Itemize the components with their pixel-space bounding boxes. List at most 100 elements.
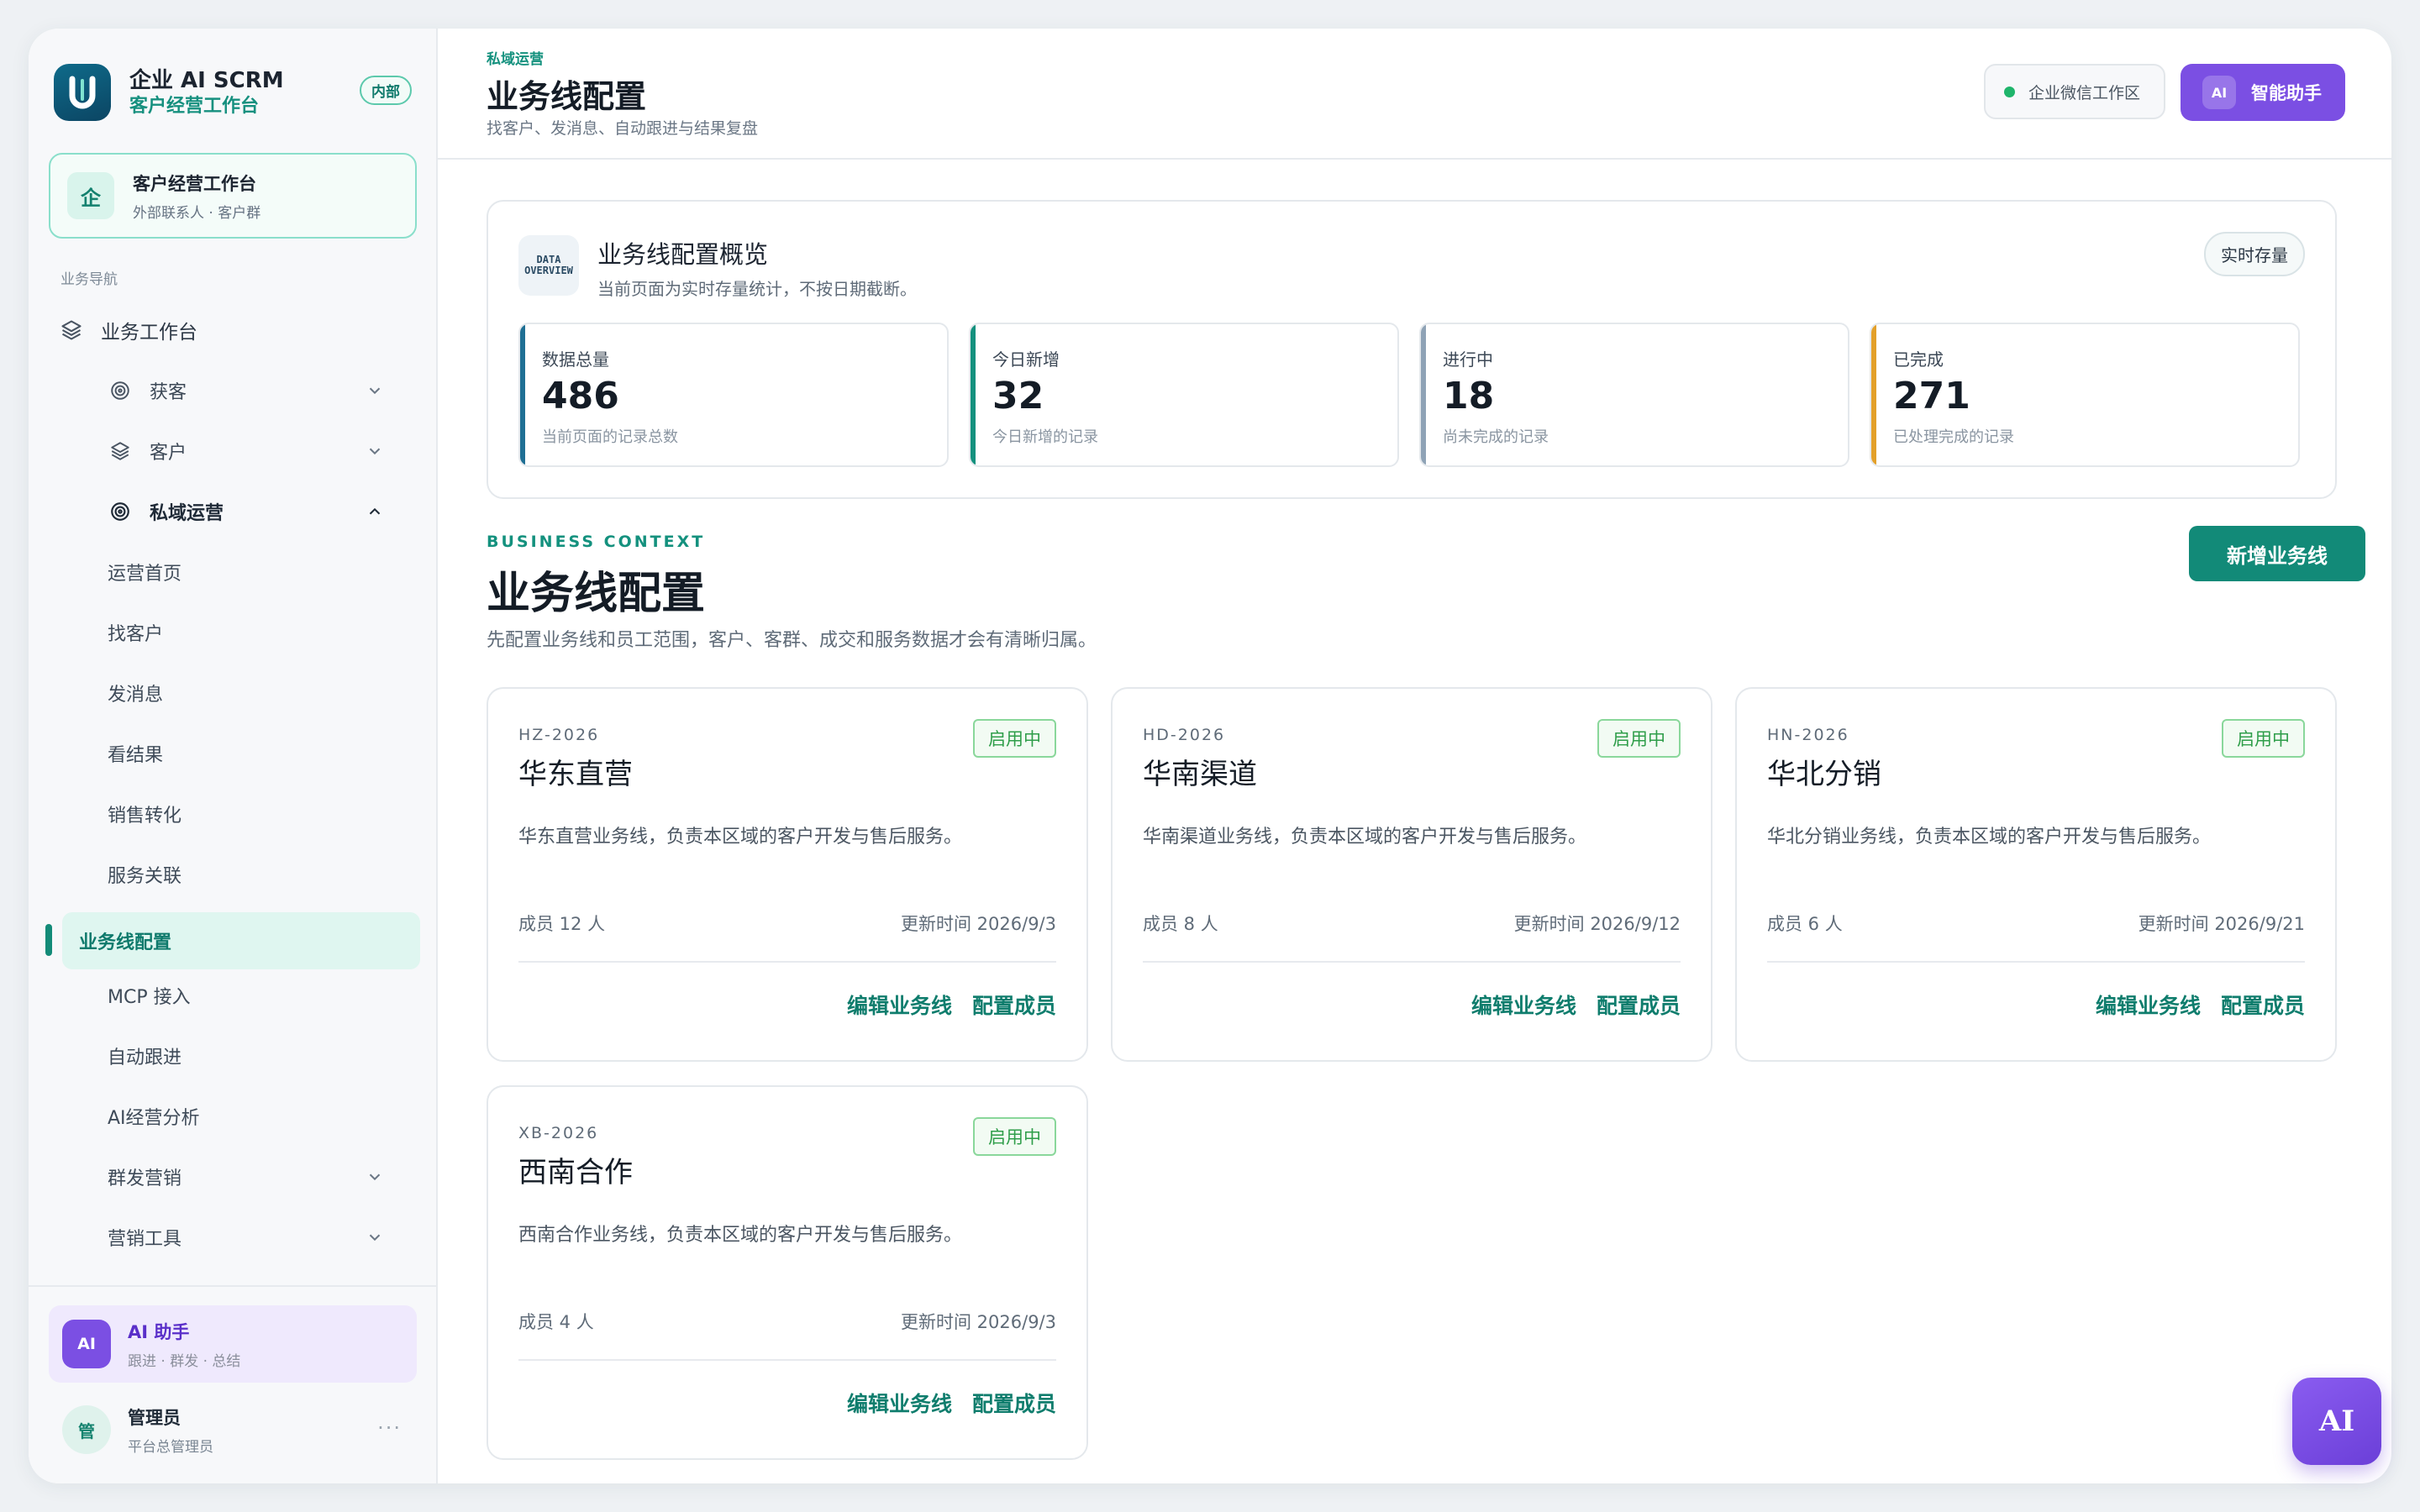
stat-label: 今日新增 bbox=[992, 349, 1060, 370]
sidebar-item-send-message[interactable]: 发消息 bbox=[62, 665, 419, 721]
ai-badge-icon: AI bbox=[62, 1320, 111, 1368]
updated-time: 更新时间 2026/9/12 bbox=[1513, 914, 1681, 934]
business-line-description: 西南合作业务线，负责本区域的客户开发与售后服务。 bbox=[518, 1225, 963, 1246]
sidebar-group-mass-marketing[interactable]: 群发营销 bbox=[62, 1149, 419, 1205]
configure-members-link[interactable]: 配置成员 bbox=[2221, 990, 2305, 1020]
business-line-code: HN-2026 bbox=[1767, 726, 1849, 744]
online-status-dot bbox=[2004, 86, 2015, 97]
stat-value: 32 bbox=[992, 375, 1044, 417]
stat-card-total: 数据总量 486 当前页面的记录总数 bbox=[518, 323, 949, 467]
updated-time: 更新时间 2026/9/3 bbox=[901, 1312, 1056, 1332]
business-line-description: 华南渠道业务线，负责本区域的客户开发与售后服务。 bbox=[1143, 827, 1587, 848]
status-badge: 启用中 bbox=[2222, 719, 2305, 758]
edit-business-line-link[interactable]: 编辑业务线 bbox=[1471, 990, 1576, 1020]
divider bbox=[518, 1359, 1056, 1361]
business-line-name: 华南渠道 bbox=[1143, 758, 1257, 791]
sidebar-group-acquire[interactable]: 获客 bbox=[62, 363, 419, 418]
overview-panel: DATA OVERVIEW 业务线配置概览 当前页面为实时存量统计，不按日期截断。… bbox=[487, 200, 2337, 499]
edit-business-line-link[interactable]: 编辑业务线 bbox=[847, 990, 952, 1020]
stat-accent-bar bbox=[1871, 324, 1876, 465]
internal-tag: 内部 bbox=[360, 76, 412, 105]
sidebar-item-label: 群发营销 bbox=[108, 1168, 182, 1189]
target-icon bbox=[108, 378, 133, 403]
sidebar-item-auto-follow[interactable]: 自动跟进 bbox=[62, 1028, 419, 1084]
add-business-line-button[interactable]: 新增业务线 bbox=[2189, 526, 2365, 581]
sidebar-item-sales-conversion[interactable]: 销售转化 bbox=[62, 786, 419, 842]
overview-title: 业务线配置概览 bbox=[597, 240, 769, 269]
data-overview-icon-line2: OVERVIEW bbox=[524, 265, 573, 276]
stat-card-new-today: 今日新增 32 今日新增的记录 bbox=[969, 323, 1399, 467]
business-line-card: HN-2026 华北分销 启用中 华北分销业务线，负责本区域的客户开发与售后服务… bbox=[1735, 687, 2337, 1062]
floating-ai-button[interactable]: AI bbox=[2292, 1378, 2381, 1465]
stat-note: 尚未完成的记录 bbox=[1443, 428, 1549, 446]
status-badge: 启用中 bbox=[973, 1117, 1056, 1156]
configure-members-link[interactable]: 配置成员 bbox=[972, 990, 1056, 1020]
section-subtitle: 先配置业务线和员工范围，客户、客群、成交和服务数据才会有清晰归属。 bbox=[487, 630, 1097, 651]
workspace-subtitle: 外部联系人 · 客户群 bbox=[133, 204, 261, 222]
page-title: 业务线配置 bbox=[487, 78, 647, 115]
member-count: 成员 8 人 bbox=[1143, 914, 1218, 934]
sidebar-item-service-link[interactable]: 服务关联 bbox=[62, 847, 419, 902]
user-profile[interactable]: 管 管理员 平台总管理员 ··· bbox=[49, 1396, 417, 1463]
status-badge: 启用中 bbox=[1597, 719, 1681, 758]
sidebar-footer: AI AI 助手 跟进 · 群发 · 总结 管 管理员 平台总管理员 ··· bbox=[29, 1285, 436, 1456]
business-line-card: XB-2026 西南合作 启用中 西南合作业务线，负责本区域的客户开发与售后服务… bbox=[487, 1085, 1088, 1460]
active-indicator bbox=[45, 924, 52, 956]
sidebar-item-label: 发消息 bbox=[108, 685, 164, 706]
nav-heading: 业务导航 bbox=[60, 271, 118, 288]
workspace-pill[interactable]: 企业微信工作区 bbox=[1984, 64, 2165, 119]
configure-members-link[interactable]: 配置成员 bbox=[1597, 990, 1681, 1020]
top-header: 私域运营 业务线配置 找客户、发消息、自动跟进与结果复盘 企业微信工作区 AI … bbox=[438, 29, 2391, 160]
sidebar-item-label: 业务工作台 bbox=[101, 322, 197, 344]
realtime-badge: 实时存量 bbox=[2204, 232, 2305, 276]
sidebar-item-label: 服务关联 bbox=[108, 866, 182, 887]
updated-time: 更新时间 2026/9/21 bbox=[2138, 914, 2305, 934]
stat-card-completed: 已完成 271 已处理完成的记录 bbox=[1870, 323, 2300, 467]
business-line-name: 华北分销 bbox=[1767, 758, 1881, 791]
business-line-description: 华北分销业务线，负责本区域的客户开发与售后服务。 bbox=[1767, 827, 2212, 848]
edit-business-line-link[interactable]: 编辑业务线 bbox=[847, 1388, 952, 1418]
sidebar-group-private[interactable]: 私域运营 bbox=[62, 484, 419, 539]
ai-assistant-subtitle: 跟进 · 群发 · 总结 bbox=[128, 1352, 241, 1370]
ai-assistant-card[interactable]: AI AI 助手 跟进 · 群发 · 总结 bbox=[49, 1305, 417, 1383]
app-window: 企业 AI SCRM 客户经营工作台 内部 企 客户经营工作台 外部联系人 · … bbox=[29, 29, 2391, 1483]
stat-accent-bar bbox=[971, 324, 976, 465]
main-content: 私域运营 业务线配置 找客户、发消息、自动跟进与结果复盘 企业微信工作区 AI … bbox=[438, 29, 2391, 1483]
sidebar-item-find-customer[interactable]: 找客户 bbox=[62, 605, 419, 660]
sidebar-item-ops-home[interactable]: 运营首页 bbox=[62, 544, 419, 600]
workspace-title: 客户经营工作台 bbox=[133, 173, 256, 194]
member-count: 成员 12 人 bbox=[518, 914, 606, 934]
business-line-name: 华东直营 bbox=[518, 758, 633, 791]
updated-time: 更新时间 2026/9/3 bbox=[901, 914, 1056, 934]
sidebar-item-workbench[interactable]: 业务工作台 bbox=[59, 302, 416, 358]
data-overview-icon-line1: DATA bbox=[536, 253, 561, 265]
brand-subtitle: 客户经营工作台 bbox=[129, 95, 260, 117]
stat-value: 486 bbox=[542, 375, 619, 417]
business-line-card: HD-2026 华南渠道 启用中 华南渠道业务线，负责本区域的客户开发与售后服务… bbox=[1111, 687, 1712, 1062]
workspace-switcher[interactable]: 企 客户经营工作台 外部联系人 · 客户群 bbox=[49, 153, 417, 239]
configure-members-link[interactable]: 配置成员 bbox=[972, 1388, 1056, 1418]
breadcrumb[interactable]: 私域运营 bbox=[487, 47, 544, 68]
sidebar: 企业 AI SCRM 客户经营工作台 内部 企 客户经营工作台 外部联系人 · … bbox=[29, 29, 438, 1483]
sidebar-item-business-line-config[interactable]: 业务线配置 bbox=[62, 912, 420, 969]
stat-label: 数据总量 bbox=[542, 349, 609, 370]
workspace-icon: 企 bbox=[67, 172, 114, 219]
ai-icon: AI bbox=[2202, 76, 2236, 109]
smart-assistant-button[interactable]: AI 智能助手 bbox=[2181, 64, 2345, 121]
stat-value: 18 bbox=[1443, 375, 1495, 417]
member-count: 成员 6 人 bbox=[1767, 914, 1843, 934]
stat-note: 当前页面的记录总数 bbox=[542, 428, 678, 446]
sidebar-item-label: 运营首页 bbox=[108, 564, 182, 585]
stat-label: 进行中 bbox=[1443, 349, 1493, 370]
card-actions: 编辑业务线 配置成员 bbox=[2096, 990, 2305, 1020]
member-count: 成员 4 人 bbox=[518, 1312, 594, 1332]
layers-icon bbox=[59, 318, 84, 343]
edit-business-line-link[interactable]: 编辑业务线 bbox=[2096, 990, 2201, 1020]
sidebar-item-ai-analysis[interactable]: AI经营分析 bbox=[62, 1089, 419, 1144]
more-options-icon[interactable]: ··· bbox=[377, 1416, 402, 1440]
sidebar-item-mcp[interactable]: MCP 接入 bbox=[62, 968, 419, 1023]
sidebar-group-marketing-tools[interactable]: 营销工具 bbox=[62, 1210, 419, 1265]
sidebar-item-results[interactable]: 看结果 bbox=[62, 726, 419, 781]
sidebar-group-customer[interactable]: 客户 bbox=[62, 423, 419, 479]
sidebar-item-label: 找客户 bbox=[108, 624, 164, 645]
